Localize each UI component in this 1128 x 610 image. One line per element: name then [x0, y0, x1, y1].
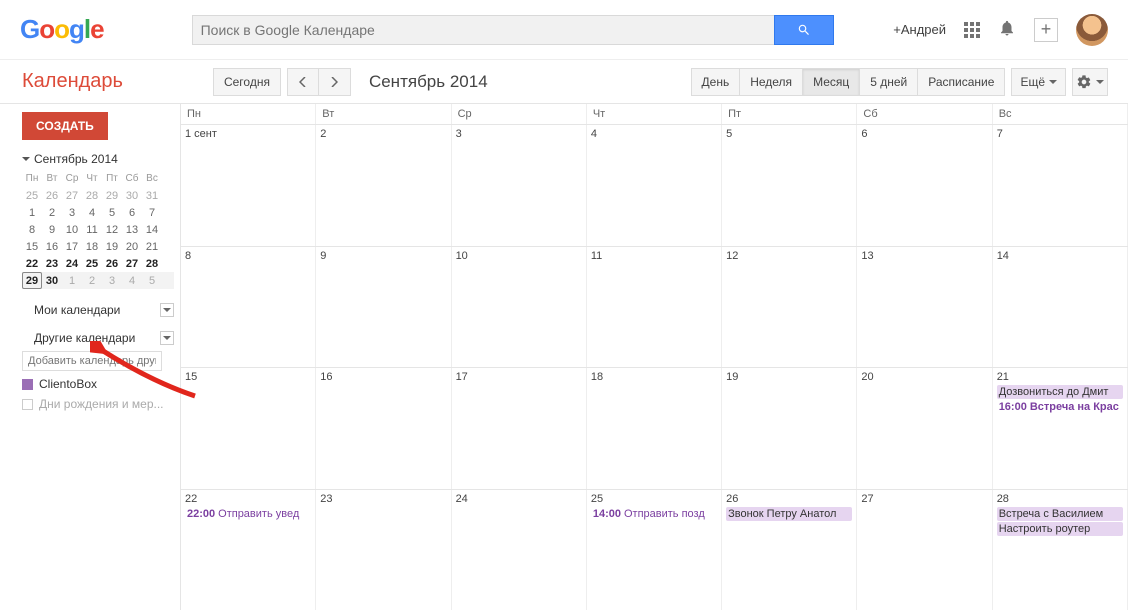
- my-calendars-toggle[interactable]: Мои календари: [22, 303, 174, 317]
- dow-cell: Пт: [722, 104, 857, 124]
- sidebar: СОЗДАТЬ Сентябрь 2014 ПнВтСрЧтПтСбВс2526…: [0, 104, 180, 610]
- prev-button[interactable]: [287, 68, 319, 96]
- dow-cell: Ср: [452, 104, 587, 124]
- day-cell[interactable]: 12: [722, 247, 857, 368]
- day-cell[interactable]: 4: [587, 125, 722, 246]
- calendar-color-chip: [22, 379, 33, 390]
- search-icon: [797, 23, 811, 37]
- nav-group: [287, 68, 351, 96]
- day-cell[interactable]: 2222:00Отправить увед: [181, 490, 316, 610]
- weeks-container: 1 сент23456789101112131415161718192021До…: [181, 124, 1128, 610]
- mini-calendar-header[interactable]: Сентябрь 2014: [22, 152, 174, 166]
- my-calendars-menu[interactable]: [160, 303, 174, 317]
- chevron-down-icon: [22, 157, 30, 165]
- day-cell[interactable]: 14: [993, 247, 1128, 368]
- day-cell[interactable]: 10: [452, 247, 587, 368]
- calendar-grid: ПнВтСрЧтПтСбВс 1 сент2345678910111213141…: [180, 104, 1128, 610]
- day-cell[interactable]: 11: [587, 247, 722, 368]
- other-calendars-section: Другие календари ClientoBox Дни рождения…: [22, 331, 174, 411]
- apps-icon[interactable]: [964, 22, 980, 38]
- view-5days[interactable]: 5 дней: [860, 68, 918, 96]
- app-brand: Календарь: [22, 70, 123, 93]
- mini-calendar[interactable]: ПнВтСрЧтПтСбВс25262728293031123456789101…: [22, 170, 174, 289]
- search-input[interactable]: [192, 15, 774, 45]
- google-logo[interactable]: Google: [20, 14, 104, 45]
- day-cell[interactable]: 13: [857, 247, 992, 368]
- week-row: 1 сент234567: [181, 124, 1128, 246]
- event[interactable]: 14:00Отправить позд: [591, 507, 717, 521]
- day-cell[interactable]: 24: [452, 490, 587, 610]
- dow-cell: Чт: [587, 104, 722, 124]
- day-cell[interactable]: 16: [316, 368, 451, 489]
- calendar-color-chip: [22, 399, 33, 410]
- view-agenda[interactable]: Расписание: [918, 68, 1005, 96]
- event[interactable]: Настроить роутер: [997, 522, 1123, 536]
- dow-cell: Вс: [993, 104, 1128, 124]
- calendar-item-birthdays[interactable]: Дни рождения и мер...: [22, 397, 174, 411]
- view-group: День Неделя Месяц 5 дней Расписание: [691, 68, 1006, 96]
- chevron-down-icon: [22, 336, 30, 344]
- day-cell[interactable]: 7: [993, 125, 1128, 246]
- other-calendars-menu[interactable]: [160, 331, 174, 345]
- day-cell[interactable]: 1 сент: [181, 125, 316, 246]
- day-of-week-header: ПнВтСрЧтПтСбВс: [181, 104, 1128, 124]
- create-button[interactable]: СОЗДАТЬ: [22, 112, 108, 140]
- day-cell[interactable]: 17: [452, 368, 587, 489]
- view-day[interactable]: День: [691, 68, 741, 96]
- day-cell[interactable]: 21Дозвониться до Дмит16:00Встреча на Кра…: [993, 368, 1128, 489]
- day-cell[interactable]: 5: [722, 125, 857, 246]
- day-cell[interactable]: 6: [857, 125, 992, 246]
- dow-cell: Вт: [316, 104, 451, 124]
- event[interactable]: Звонок Петру Анатол: [726, 507, 852, 521]
- add-calendar-input[interactable]: [22, 351, 162, 371]
- chevron-down-icon: [1049, 80, 1057, 88]
- dow-cell: Сб: [857, 104, 992, 124]
- search-button[interactable]: [774, 15, 834, 45]
- day-cell[interactable]: 28Встреча с ВасилиемНастроить роутер: [993, 490, 1128, 610]
- current-range-label: Сентябрь 2014: [369, 72, 488, 92]
- settings-button[interactable]: [1072, 68, 1108, 96]
- other-calendars-toggle[interactable]: Другие календари: [22, 331, 174, 345]
- day-cell[interactable]: 23: [316, 490, 451, 610]
- day-cell[interactable]: 9: [316, 247, 451, 368]
- day-cell[interactable]: 3: [452, 125, 587, 246]
- top-right: +Андрей +: [893, 14, 1108, 46]
- toolbar: Календарь Сегодня Сентябрь 2014 День Нед…: [0, 60, 1128, 104]
- week-row: 891011121314: [181, 246, 1128, 368]
- chevron-right-icon: [22, 306, 30, 314]
- search-wrap: [192, 15, 834, 45]
- week-row: 15161718192021Дозвониться до Дмит16:00Вс…: [181, 367, 1128, 489]
- chevron-down-icon: [1096, 80, 1104, 88]
- dow-cell: Пн: [181, 104, 316, 124]
- today-button[interactable]: Сегодня: [213, 68, 281, 96]
- event[interactable]: 16:00Встреча на Крас: [997, 400, 1123, 414]
- notifications-icon[interactable]: [998, 19, 1016, 40]
- view-week[interactable]: Неделя: [740, 68, 803, 96]
- day-cell[interactable]: 26Звонок Петру Анатол: [722, 490, 857, 610]
- day-cell[interactable]: 18: [587, 368, 722, 489]
- more-button[interactable]: Ещё: [1011, 68, 1066, 96]
- calendar-item-clientobox[interactable]: ClientoBox: [22, 377, 174, 391]
- week-row: 2222:00Отправить увед23242514:00Отправит…: [181, 489, 1128, 610]
- content: СОЗДАТЬ Сентябрь 2014 ПнВтСрЧтПтСбВс2526…: [0, 104, 1128, 610]
- my-calendars-section: Мои календари: [22, 303, 174, 317]
- day-cell[interactable]: 20: [857, 368, 992, 489]
- share-plus-button[interactable]: +: [1034, 18, 1058, 42]
- day-cell[interactable]: 2514:00Отправить позд: [587, 490, 722, 610]
- event[interactable]: Дозвониться до Дмит: [997, 385, 1123, 399]
- view-month[interactable]: Месяц: [803, 68, 860, 96]
- day-cell[interactable]: 15: [181, 368, 316, 489]
- day-cell[interactable]: 8: [181, 247, 316, 368]
- avatar[interactable]: [1076, 14, 1108, 46]
- event[interactable]: 22:00Отправить увед: [185, 507, 311, 521]
- day-cell[interactable]: 19: [722, 368, 857, 489]
- event[interactable]: Встреча с Василием: [997, 507, 1123, 521]
- day-cell[interactable]: 27: [857, 490, 992, 610]
- topbar: Google +Андрей +: [0, 0, 1128, 60]
- plus-user-link[interactable]: +Андрей: [893, 22, 946, 37]
- next-button[interactable]: [319, 68, 351, 96]
- day-cell[interactable]: 2: [316, 125, 451, 246]
